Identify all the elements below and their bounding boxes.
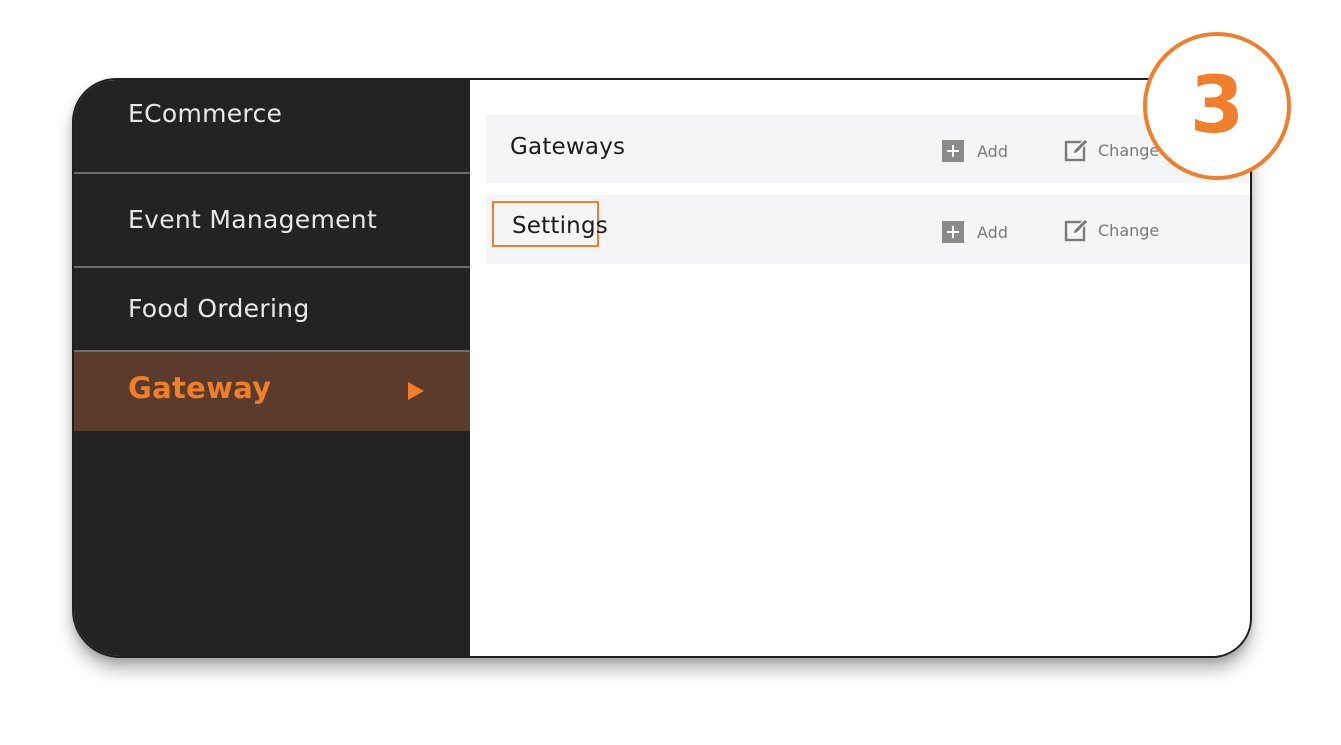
row-title-link[interactable]: Settings [492,201,608,247]
app-window: ECommerce Event Management Food Ordering… [72,78,1252,658]
row-title-link[interactable]: Gateways [510,134,625,160]
edit-icon [1064,138,1089,162]
change-button[interactable]: Change [1064,217,1159,243]
step-number-badge: 3 [1143,32,1291,180]
add-button[interactable]: Add [942,221,1008,243]
change-label: Change [1098,140,1160,160]
main-content: Gateways Add Change Settings Add Change [470,80,1250,656]
plus-icon [942,140,964,162]
sidebar-item-label: Event Management [128,204,378,234]
table-row-gateways: Gateways Add Change [486,115,1250,183]
add-label: Add [977,222,1008,242]
edit-icon [1064,218,1089,242]
sidebar-item-food-ordering[interactable]: Food Ordering [74,268,470,350]
add-button[interactable]: Add [942,140,1008,162]
sidebar-item-label: ECommerce [128,98,283,128]
add-label: Add [977,141,1008,161]
sidebar-item-label: Gateway [128,370,272,405]
plus-icon [942,221,964,243]
change-button[interactable]: Change [1064,137,1159,163]
sidebar-item-gateway[interactable]: Gateway [74,352,470,431]
play-arrow-icon [408,382,424,400]
table-row-settings: Settings Add Change [486,195,1250,264]
sidebar-item-ecommerce[interactable]: ECommerce [74,80,470,172]
sidebar-item-label: Food Ordering [128,293,310,323]
change-label: Change [1098,220,1160,240]
sidebar: ECommerce Event Management Food Ordering… [74,80,470,656]
sidebar-item-event-management[interactable]: Event Management [74,174,470,266]
